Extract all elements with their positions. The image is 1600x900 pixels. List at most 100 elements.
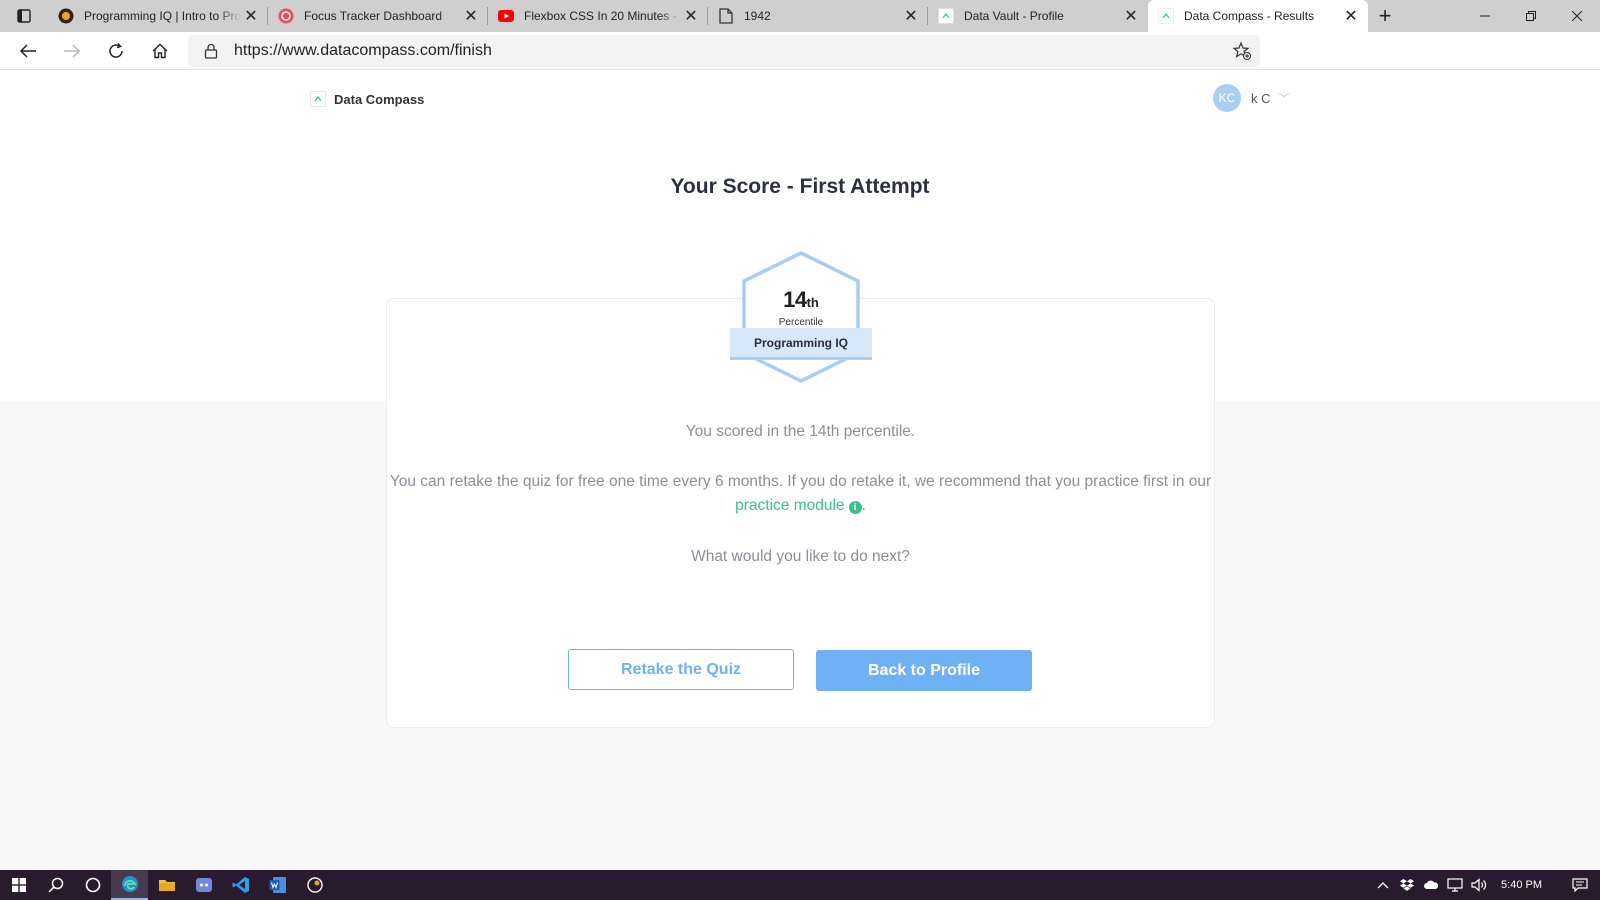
chevron-down-icon: ﹀ (1278, 93, 1290, 105)
close-icon[interactable]: ✕ (682, 7, 700, 25)
forward-button[interactable] (50, 32, 94, 70)
taskbar-clock[interactable]: 5:40 PM (1501, 879, 1542, 891)
discord-icon (195, 878, 212, 892)
user-menu[interactable]: KC k C ﹀ (1213, 84, 1290, 112)
edge-icon (121, 876, 138, 892)
search-icon (47, 877, 63, 893)
onedrive-cloud-icon[interactable] (1419, 880, 1443, 890)
percentile-number: 14 (783, 287, 807, 312)
browser-toolbar: https://www.datacompass.com/finish 2 (0, 32, 1600, 95)
retake-info-text: You can retake the quiz for free one tim… (389, 473, 1212, 490)
close-icon[interactable]: ✕ (462, 7, 480, 25)
next-prompt: What would you like to do next? (691, 548, 910, 565)
taskbar-vscode[interactable] (222, 870, 259, 900)
address-bar[interactable]: https://www.datacompass.com/finish (188, 35, 1260, 67)
system-tray: 5:40 PM (1371, 870, 1600, 900)
minimize-button[interactable] (1462, 0, 1508, 32)
taskbar-word[interactable] (259, 870, 296, 900)
practice-module-link[interactable]: practice module (735, 497, 844, 514)
tab-programming-iq[interactable]: Programming IQ | Intro to Programming ✕ (48, 0, 268, 32)
score-message: You scored in the 14th percentile. (685, 423, 916, 440)
restore-icon (1526, 11, 1536, 21)
refresh-button[interactable] (94, 32, 138, 70)
arrow-right-icon (64, 43, 81, 58)
close-icon[interactable]: ✕ (1122, 7, 1140, 25)
start-button[interactable] (0, 870, 37, 900)
window-controls (1462, 0, 1600, 32)
logo-text: Data Compass (334, 91, 425, 107)
youtube-icon (498, 8, 514, 24)
info-icon[interactable]: i (848, 501, 862, 514)
tab-youtube[interactable]: Flexbox CSS In 20 Minutes - YouTube ✕ (488, 0, 708, 32)
period: . (861, 497, 866, 514)
restore-button[interactable] (1508, 0, 1554, 32)
tab-actions-button[interactable] (0, 0, 48, 32)
close-icon[interactable]: ✕ (242, 7, 260, 25)
page-title: Your Score - First Attempt (670, 175, 930, 198)
vscode-icon (232, 877, 249, 893)
site-logo[interactable]: Data Compass (310, 91, 424, 107)
chevron-up-icon (1377, 882, 1389, 889)
back-button[interactable] (6, 32, 50, 70)
tab-title: Focus Tracker Dashboard (304, 9, 443, 23)
windows-taskbar: 5:40 PM (0, 870, 1600, 900)
document-icon (718, 8, 734, 24)
tab-actions-icon (17, 9, 31, 23)
page-content: Data Compass KC k C ﹀ Your Score - First… (0, 71, 1600, 870)
show-hidden-icons-button[interactable] (1371, 881, 1395, 889)
tab-strip: Programming IQ | Intro to Programming ✕ … (0, 0, 1600, 32)
back-to-profile-button[interactable]: Back to Profile (816, 650, 1032, 691)
search-button[interactable] (37, 870, 74, 900)
url-text[interactable]: https://www.datacompass.com/finish (234, 42, 492, 60)
home-icon (152, 43, 168, 58)
new-tab-button[interactable]: + (1368, 0, 1402, 32)
pluralsight-icon (58, 8, 74, 24)
tab-1942[interactable]: 1942 ✕ (708, 0, 928, 32)
add-favorite-button[interactable] (1232, 41, 1252, 66)
taskbar-app[interactable] (296, 870, 333, 900)
retake-info: You can retake the quiz for free one tim… (386, 470, 1215, 518)
tab-title: Programming IQ | Intro to Programming (84, 9, 242, 23)
arrow-left-icon (19, 43, 36, 58)
network-icon[interactable] (1443, 878, 1467, 892)
windows-logo-icon (11, 878, 26, 892)
tab-title: 1942 (744, 9, 771, 23)
dropbox-icon[interactable] (1395, 879, 1419, 891)
tab-data-vault[interactable]: Data Vault - Profile ✕ (928, 0, 1148, 32)
app-icon (306, 877, 323, 893)
notification-center-button[interactable] (1560, 878, 1600, 892)
taskbar-discord[interactable] (185, 870, 222, 900)
tab-data-compass-results[interactable]: Data Compass - Results ✕ (1148, 0, 1368, 32)
close-icon[interactable]: ✕ (902, 7, 920, 25)
tab-title: Flexbox CSS In 20 Minutes - YouTube (524, 9, 682, 23)
data-vault-icon (938, 8, 954, 24)
user-name: k C (1251, 90, 1271, 106)
taskbar-file-explorer[interactable] (148, 870, 185, 900)
tab-focus-tracker[interactable]: Focus Tracker Dashboard ✕ (268, 0, 488, 32)
cortana-button[interactable] (74, 870, 111, 900)
percentile-suffix: th (806, 295, 819, 310)
minimize-icon (1480, 15, 1490, 17)
tab-title: Data Vault - Profile (964, 9, 1064, 23)
close-icon[interactable]: ✕ (1342, 7, 1360, 25)
star-add-icon (1232, 41, 1251, 60)
percentile-label: Percentile (778, 317, 824, 328)
close-window-button[interactable] (1554, 0, 1600, 32)
percentile-badge: 14th Percentile Programming IQ (730, 251, 872, 383)
lock-icon (204, 43, 218, 59)
percentile-value: 14th (730, 287, 872, 313)
retake-quiz-button[interactable]: Retake the Quiz (568, 649, 794, 690)
focus-tracker-icon (278, 8, 294, 24)
taskbar-edge[interactable] (111, 870, 148, 900)
skill-ribbon: Programming IQ (730, 328, 872, 360)
folder-icon (158, 880, 175, 891)
refresh-icon (109, 42, 123, 58)
volume-icon[interactable] (1467, 878, 1491, 892)
notification-icon (1572, 878, 1588, 892)
data-compass-logo-icon (310, 91, 326, 107)
home-button[interactable] (138, 32, 182, 70)
cortana-circle-icon (85, 877, 100, 893)
plus-icon: + (1378, 3, 1392, 28)
tab-title: Data Compass - Results (1184, 9, 1315, 23)
avatar: KC (1213, 84, 1241, 112)
